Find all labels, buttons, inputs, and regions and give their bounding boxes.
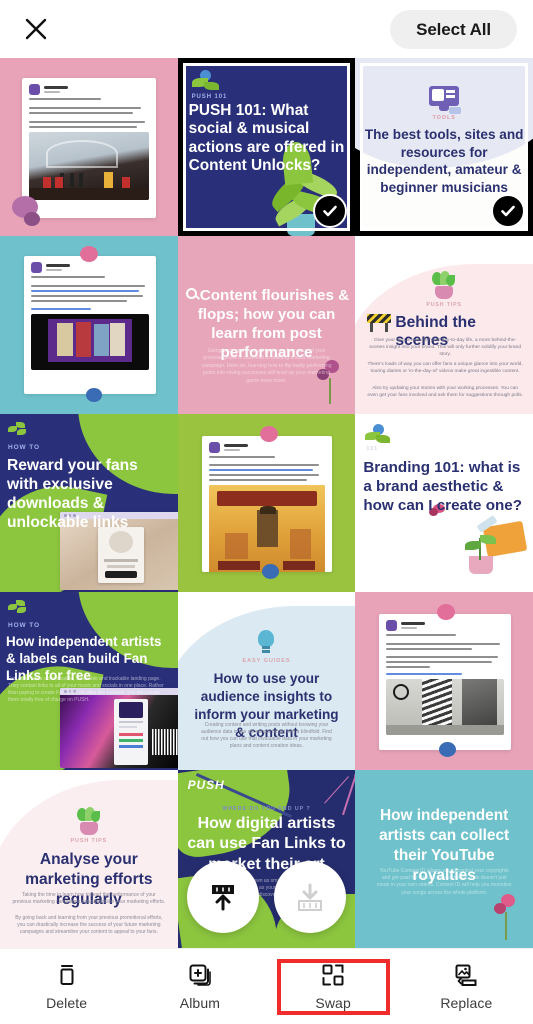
album-plus-icon xyxy=(189,964,211,986)
tool-album-button[interactable]: Album xyxy=(133,949,266,1024)
replace-image-icon xyxy=(455,964,477,986)
tile-body: Fan Links are a customisable, shareable … xyxy=(8,676,164,704)
tile-body: Also try updating your stories with your… xyxy=(367,386,523,398)
select-all-button[interactable]: Select All xyxy=(390,9,517,49)
tile-headline: PUSH 101: What social & musical actions … xyxy=(188,102,345,175)
tile-eyebrow: 101 xyxy=(366,446,379,452)
swap-source-button[interactable] xyxy=(187,861,259,933)
grid-tile-1-2[interactable]: PUSH 101 PUSH 101: What social & musical… xyxy=(177,58,356,236)
tile-eyebrow: HOW TO xyxy=(8,622,40,629)
tool-label: Replace xyxy=(440,995,493,1011)
grid-tile-2-2[interactable]: Content flourishes & flops; how you can … xyxy=(177,236,356,414)
tool-swap-button[interactable]: Swap xyxy=(267,949,400,1024)
tile-body: YouTube Content ID allows you to control… xyxy=(376,868,512,896)
selection-check-badge[interactable] xyxy=(490,194,525,228)
grid-tile-4-1[interactable]: HOW TO How independent artists & labels … xyxy=(0,592,178,770)
grid-tile-2-3[interactable]: PUSH TIPS Behind the scenes Give your fa… xyxy=(355,236,533,414)
app-root: Select All PUSH 101 PUSH 101: What socia… xyxy=(0,0,533,1024)
tile-eyebrow: TOOLS xyxy=(432,115,456,121)
tile-body: Going back and evaluating the performanc… xyxy=(201,348,332,384)
top-bar: Select All xyxy=(0,0,533,58)
tile-eyebrow: HOW TO xyxy=(8,444,40,451)
bottom-toolbar: Delete Album Swap Replace xyxy=(0,948,533,1024)
tool-label: Swap xyxy=(315,995,351,1011)
grid-tile-1-3[interactable]: TOOLS The best tools, sites and resource… xyxy=(355,58,533,236)
close-icon xyxy=(25,18,47,40)
tool-label: Delete xyxy=(46,995,88,1011)
tile-eyebrow: PUSH TIPS xyxy=(426,302,462,308)
media-grid: PUSH 101 PUSH 101: What social & musical… xyxy=(0,58,533,948)
grid-tile-3-1[interactable]: HOW TO Reward your fans with exclusive d… xyxy=(0,414,178,592)
grid-tile-1-1[interactable] xyxy=(0,58,178,236)
tile-headline: Branding 101: what is a brand aesthetic … xyxy=(363,459,522,515)
tile-body: Taking the time to learn how to read the… xyxy=(12,892,166,906)
grid-tile-5-1[interactable]: PUSH TIPS Analyse your marketing efforts… xyxy=(0,770,178,948)
swap-icon xyxy=(322,964,344,986)
tile-eyebrow: PUSH xyxy=(187,778,225,792)
tile-body: Give your fans a look into your day-to-d… xyxy=(369,338,522,357)
check-icon xyxy=(501,205,515,217)
swap-up-icon xyxy=(212,885,234,911)
close-button[interactable] xyxy=(16,9,56,49)
grid-tile-3-3[interactable]: 101 Branding 101: what is a brand aesthe… xyxy=(355,414,533,592)
tile-subeyebrow: WHERE DO YOU END UP ? xyxy=(222,806,311,812)
grid-tile-2-1[interactable] xyxy=(0,236,178,414)
tool-replace-button[interactable]: Replace xyxy=(400,949,533,1024)
grid-tile-3-2[interactable] xyxy=(177,414,356,592)
grid-tile-5-3[interactable]: How independent artists can collect thei… xyxy=(355,770,533,948)
tile-headline: The best tools, sites and resources for … xyxy=(364,127,524,196)
tile-eyebrow: PUSH 101 xyxy=(191,94,228,100)
swap-destination-button[interactable] xyxy=(274,861,346,933)
tile-body: Creating content and writing posts witho… xyxy=(201,722,332,750)
tile-body: By going back and learning from your pre… xyxy=(15,915,163,936)
tile-body: There's loads of way you can offer fans … xyxy=(367,362,523,374)
swap-down-icon xyxy=(298,883,322,911)
tool-label: Album xyxy=(179,995,220,1011)
tool-delete-button[interactable]: Delete xyxy=(0,949,133,1024)
tile-eyebrow: EASY GUIDES xyxy=(242,658,291,664)
trash-icon xyxy=(60,965,74,985)
tile-headline: Reward your fans with exclusive download… xyxy=(7,457,138,532)
grid-tile-4-3[interactable] xyxy=(355,592,533,770)
grid-tile-4-2[interactable]: EASY GUIDES How to use your audience ins… xyxy=(177,592,356,770)
check-icon xyxy=(323,205,338,217)
tile-eyebrow: PUSH TIPS xyxy=(70,838,108,844)
